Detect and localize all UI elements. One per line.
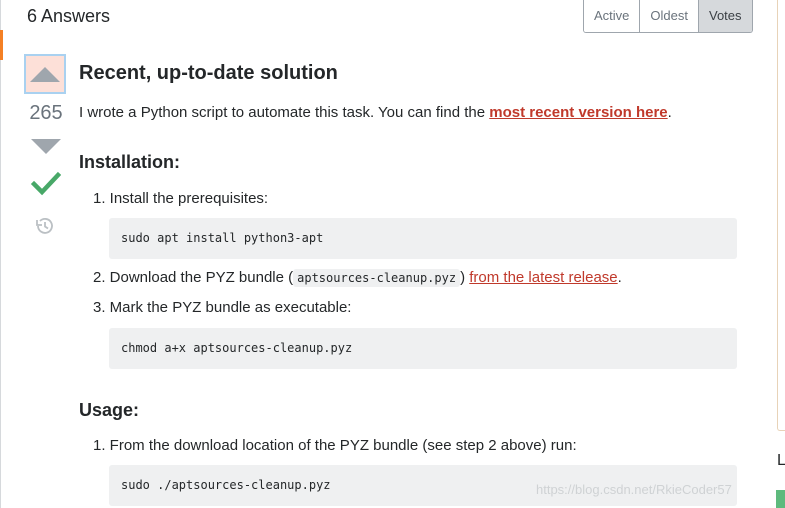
intro-paragraph: I wrote a Python script to automate this… bbox=[79, 103, 672, 123]
watermark: https://blog.csdn.net/RkieCoder57 bbox=[536, 482, 732, 497]
answer-title: Recent, up-to-date solution bbox=[79, 62, 338, 84]
sidebar-box bbox=[777, 0, 785, 431]
sort-tabs: Active Oldest Votes bbox=[583, 0, 753, 33]
checkmark-icon bbox=[31, 171, 61, 196]
downvote-arrow-icon[interactable] bbox=[31, 139, 61, 154]
step2-text: 2. Download the PYZ bundle ( bbox=[93, 269, 294, 286]
upvote-button[interactable] bbox=[24, 54, 66, 94]
installation-heading: Installation: bbox=[79, 152, 181, 172]
latest-release-link[interactable]: from the latest release bbox=[469, 269, 617, 286]
usage-heading: Usage: bbox=[79, 400, 140, 420]
tab-active[interactable]: Active bbox=[584, 0, 641, 32]
install-step-3: 3. Mark the PYZ bundle as executable: bbox=[93, 299, 352, 316]
install-step-2: 2. Download the PYZ bundle (aptsources-c… bbox=[93, 268, 622, 288]
accent-bar bbox=[0, 30, 3, 60]
step2-end: . bbox=[617, 269, 622, 286]
usage-step-1: 1. From the download location of the PYZ… bbox=[93, 437, 577, 454]
sidebar-green-badge bbox=[776, 490, 785, 508]
tab-oldest[interactable]: Oldest bbox=[640, 0, 699, 32]
install-step-1: 1. Install the prerequisites: bbox=[93, 190, 269, 207]
inline-code-pyz: aptsources-cleanup.pyz bbox=[293, 269, 461, 287]
vote-count: 265 bbox=[29, 102, 63, 124]
answers-count: 6 Answers bbox=[27, 6, 111, 26]
upvote-arrow-icon bbox=[30, 67, 60, 82]
step2-paren: ) bbox=[460, 269, 470, 286]
code-block-install-prereqs: sudo apt install python3-apt bbox=[109, 218, 737, 259]
code-block-chmod: chmod a+x aptsources-cleanup.pyz bbox=[109, 328, 737, 369]
intro-text: I wrote a Python script to automate this… bbox=[79, 104, 490, 121]
history-icon[interactable] bbox=[35, 216, 55, 236]
page-left-border bbox=[0, 0, 1, 508]
sidebar-letter: L bbox=[777, 452, 785, 469]
most-recent-version-link[interactable]: most recent version here bbox=[489, 104, 667, 121]
intro-end: . bbox=[667, 104, 672, 121]
tab-votes[interactable]: Votes bbox=[698, 0, 752, 32]
